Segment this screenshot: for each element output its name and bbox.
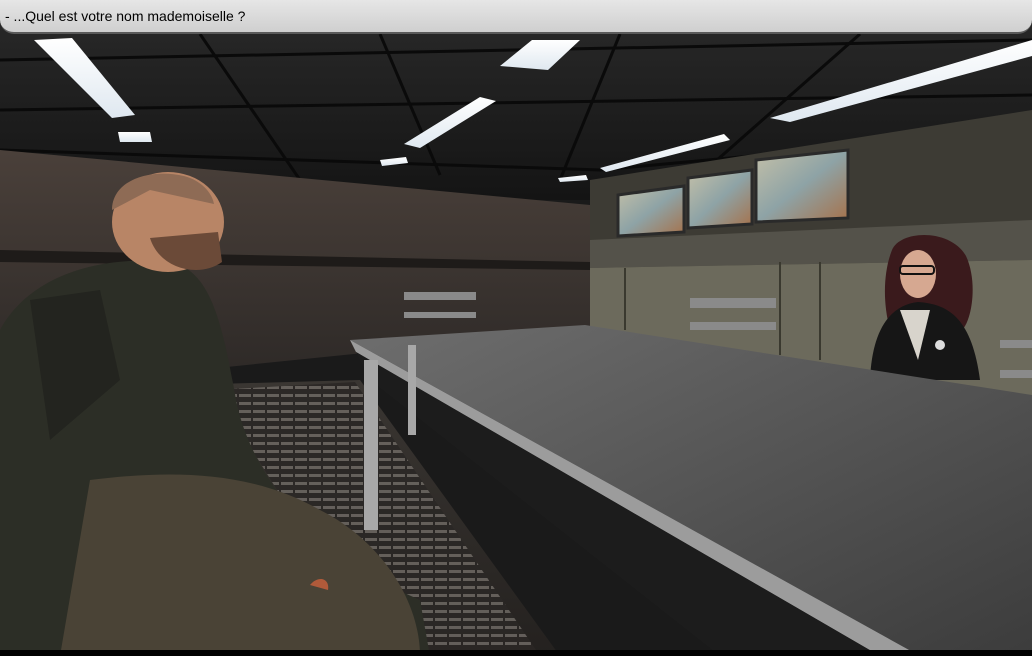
dialog-text: - ...Quel est votre nom mademoiselle ?: [5, 8, 246, 24]
game-scene: [0, 0, 1032, 656]
dialog-bar: - ...Quel est votre nom mademoiselle ?: [0, 0, 1032, 34]
game-viewport: - ...Quel est votre nom mademoiselle ?: [0, 0, 1032, 656]
